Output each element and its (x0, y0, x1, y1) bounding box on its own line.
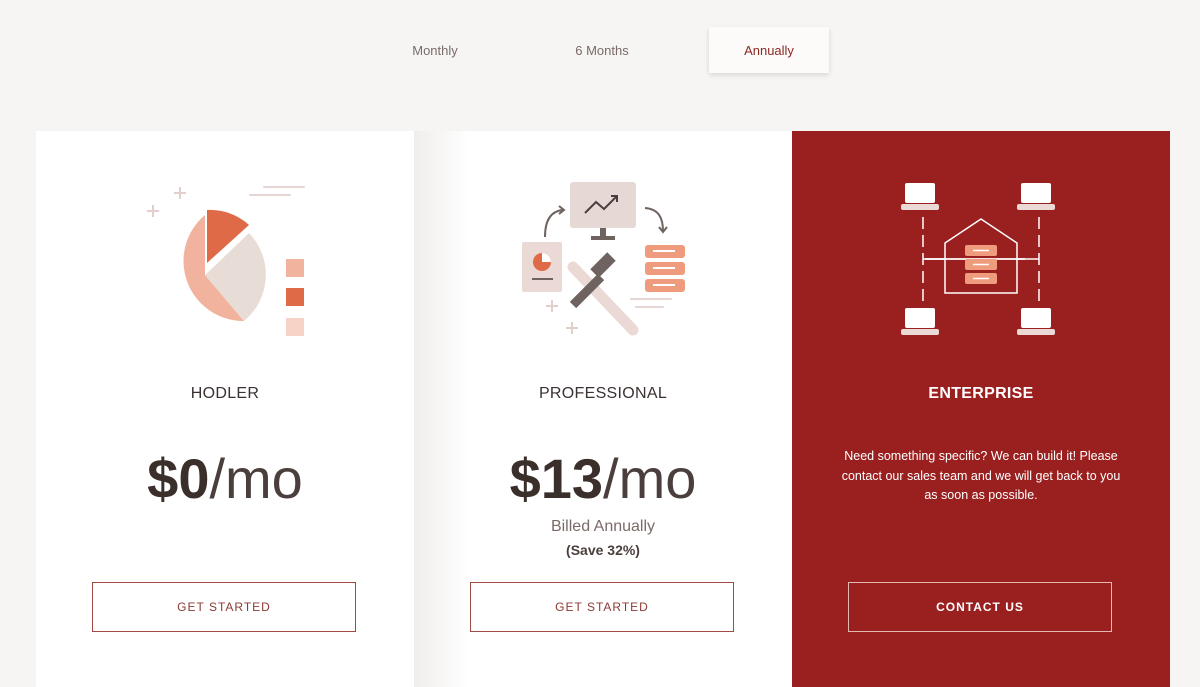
get-started-button[interactable]: GET STARTED (92, 582, 356, 632)
tab-monthly[interactable]: Monthly (375, 27, 495, 73)
savings-note: (Save 32%) (566, 542, 640, 558)
plan-name: ENTERPRISE (928, 385, 1034, 402)
network-house-illustration (901, 183, 1055, 335)
plan-card-professional: PROFESSIONAL $13/mo Billed Annually (Sav… (414, 131, 792, 687)
plan-price: $0/mo (36, 447, 414, 511)
plan-card-hodler: HODLER $0/mo GET STARTED (36, 131, 414, 687)
pie-chart-illustration (147, 186, 305, 336)
price-amount: $0 (147, 447, 210, 510)
price-amount: $13 (509, 447, 604, 510)
plan-description: Need something specific? We can build it… (841, 449, 1121, 502)
price-period: /mo (603, 447, 697, 510)
contact-us-button[interactable]: CONTACT US (848, 582, 1112, 632)
get-started-button[interactable]: GET STARTED (470, 582, 734, 632)
plan-price: $13/mo (414, 447, 792, 511)
plan-card-enterprise: ENTERPRISE Need something specific? We c… (792, 131, 1170, 687)
tools-illustration (522, 182, 685, 336)
tab-6-months[interactable]: 6 Months (542, 27, 662, 73)
plan-name: HODLER (190, 385, 260, 402)
price-period: /mo (209, 447, 303, 510)
billed-note: Billed Annually (550, 518, 656, 535)
billing-period-tabs: Monthly 6 Months Annually (375, 27, 835, 75)
plan-name: PROFESSIONAL (538, 385, 668, 402)
tab-annually[interactable]: Annually (709, 27, 829, 73)
